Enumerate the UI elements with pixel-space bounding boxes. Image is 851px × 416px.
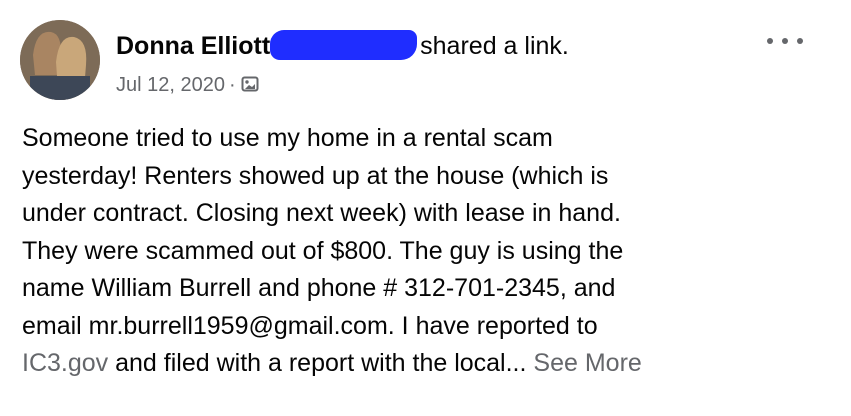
separator: · (228, 74, 236, 96)
post-line: Someone tried to use my home in a rental… (22, 124, 553, 152)
more-options-icon[interactable] (765, 26, 805, 56)
action-text: shared a link. (420, 32, 569, 60)
post-date[interactable]: Jul 12, 2020 (116, 74, 225, 96)
post-text: Someone tried to use my home in a rental… (22, 120, 822, 383)
post-line: email mr.burrell1959@gmail.com. I have r… (22, 311, 598, 340)
photo-album-icon[interactable] (240, 74, 260, 100)
ic3-link[interactable]: IC3.gov (22, 349, 108, 377)
post-meta: Jul 12, 2020 · (116, 74, 260, 100)
post-line: IC3.gov and filed with a report with the… (22, 345, 822, 383)
post-header: Donna Elliott shared a link. (116, 30, 569, 61)
avatar[interactable] (20, 20, 100, 100)
profile-photo (20, 20, 100, 100)
post-line: They were scammed out of $800. The guy i… (22, 236, 624, 265)
author-name[interactable]: Donna Elliott (116, 32, 270, 60)
post-card: Donna Elliott shared a link. Jul 12, 2020… (0, 0, 851, 416)
post-line-text: and filed with a report with the local..… (108, 349, 527, 377)
post-line: under contract. Closing next week) with … (22, 199, 621, 227)
redaction-scribble (270, 30, 418, 60)
see-more-button[interactable]: See More (533, 349, 641, 377)
post-line: name William Burrell and phone # 312-701… (22, 274, 616, 302)
post-line: yesterday! Renters showed up at the hous… (22, 161, 609, 190)
